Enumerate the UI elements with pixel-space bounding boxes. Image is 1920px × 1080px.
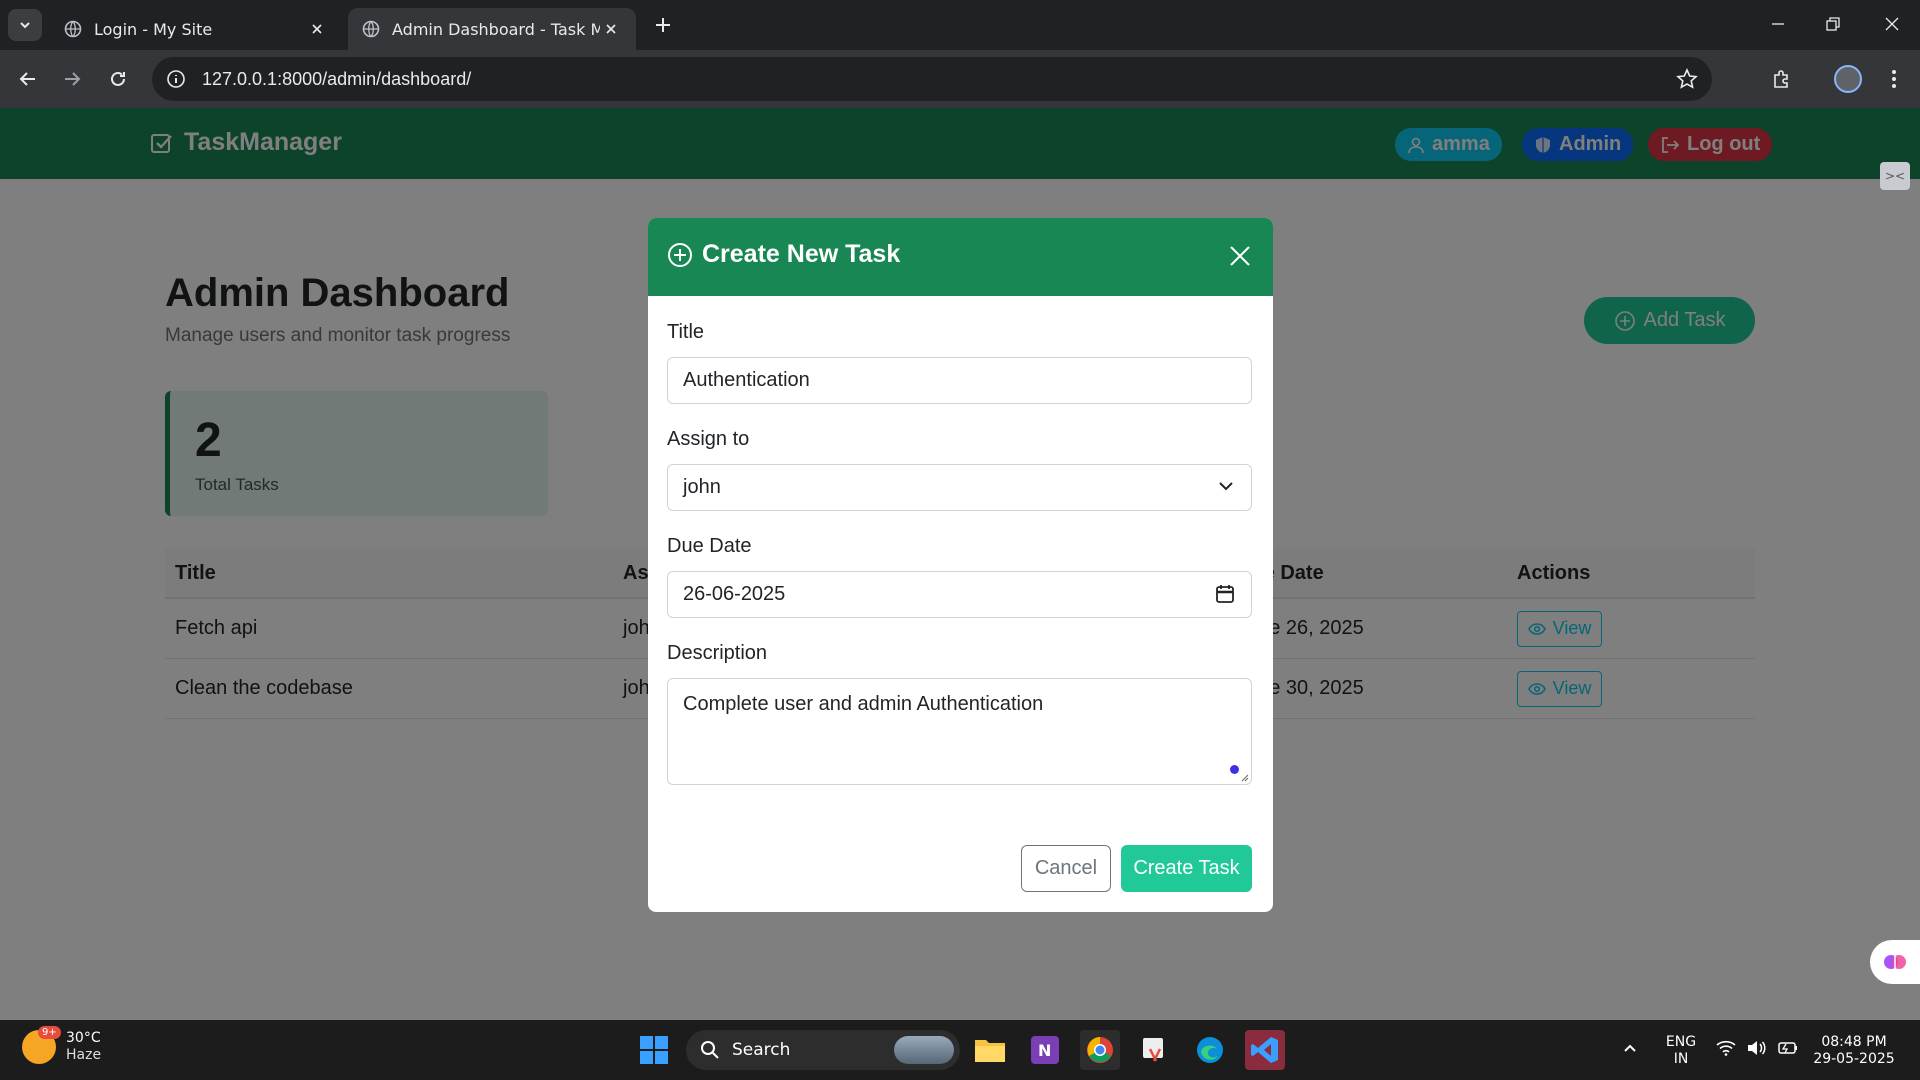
arrow-left-icon bbox=[19, 72, 35, 86]
onenote-icon[interactable]: N bbox=[1025, 1030, 1065, 1070]
weather-widget[interactable]: 9+ 30°C Haze bbox=[22, 1026, 102, 1064]
vscode-icon[interactable] bbox=[1245, 1030, 1285, 1070]
weather-sun-icon: 9+ bbox=[22, 1026, 61, 1064]
create-task-modal: Create New Task Title Authentication Ass… bbox=[648, 218, 1273, 912]
arrow-right-icon bbox=[65, 72, 81, 86]
language-indicator[interactable]: ENG IN bbox=[1664, 1034, 1698, 1068]
modal-title: Create New Task bbox=[667, 240, 900, 269]
windows-start-icon[interactable] bbox=[634, 1030, 674, 1070]
description-value: Complete user and admin Authentication bbox=[683, 693, 1044, 715]
calendar-icon[interactable] bbox=[1215, 584, 1235, 604]
wifi-icon[interactable] bbox=[1716, 1040, 1736, 1056]
cancel-button[interactable]: Cancel bbox=[1021, 845, 1111, 892]
tab-login[interactable]: Login - My Site bbox=[50, 8, 342, 50]
grammar-check-icon[interactable] bbox=[1230, 765, 1239, 774]
globe-icon bbox=[362, 20, 380, 38]
weather-condition: Haze bbox=[66, 1047, 102, 1063]
globe-icon bbox=[64, 20, 82, 38]
tab-admin-dashboard[interactable]: Admin Dashboard - Task Manager bbox=[348, 8, 636, 50]
battery-icon[interactable] bbox=[1776, 1040, 1798, 1056]
weather-temp: 30°C bbox=[66, 1030, 101, 1046]
due-date-value: 26-06-2025 bbox=[683, 583, 786, 605]
reload-button[interactable] bbox=[102, 63, 134, 95]
region-code: IN bbox=[1673, 1051, 1689, 1067]
close-icon bbox=[1230, 246, 1250, 266]
chevron-down-icon bbox=[20, 22, 30, 29]
close-icon[interactable] bbox=[306, 18, 328, 40]
description-textarea[interactable]: Complete user and admin Authentication bbox=[667, 678, 1252, 785]
browser-tab-bar: Login - My Site Admin Dashboard - Task M… bbox=[0, 0, 1920, 50]
close-window-button[interactable] bbox=[1872, 8, 1912, 40]
close-icon bbox=[1885, 17, 1899, 31]
url-text: 127.0.0.1:8000/admin/dashboard/ bbox=[202, 68, 472, 89]
clock-date: 29-05-2025 bbox=[1813, 1051, 1895, 1067]
modal-close-button[interactable] bbox=[1225, 241, 1255, 271]
restore-button[interactable] bbox=[1813, 8, 1853, 40]
title-input[interactable]: Authentication bbox=[667, 357, 1252, 404]
extension-brain-icon[interactable] bbox=[1870, 940, 1920, 984]
plus-icon bbox=[656, 18, 670, 32]
resize-handle-icon[interactable] bbox=[1239, 772, 1249, 782]
tab-title: Login - My Site bbox=[94, 19, 213, 39]
chrome-icon[interactable] bbox=[1080, 1030, 1120, 1070]
search-highlight-image bbox=[894, 1036, 954, 1064]
edge-icon[interactable] bbox=[1190, 1030, 1230, 1070]
modal-header: Create New Task bbox=[648, 218, 1273, 296]
modal-title-text: Create New Task bbox=[702, 240, 901, 268]
sidebar-toggle-icon[interactable]: >< bbox=[1880, 162, 1910, 190]
os-taskbar: 9+ 30°C Haze Search N ENG IN 08:48 PM 29… bbox=[0, 1020, 1920, 1080]
puzzle-icon bbox=[1774, 70, 1788, 88]
back-button[interactable] bbox=[12, 63, 44, 95]
assign-label: Assign to bbox=[667, 428, 750, 450]
chevron-up-icon[interactable] bbox=[1622, 1040, 1638, 1056]
title-label: Title bbox=[667, 321, 705, 343]
title-input-value: Authentication bbox=[683, 369, 810, 391]
tab-search-button[interactable] bbox=[8, 9, 42, 41]
restore-icon bbox=[1826, 17, 1840, 31]
language-code: ENG bbox=[1665, 1034, 1697, 1050]
more-vertical-icon bbox=[1892, 70, 1896, 88]
due-date-label: Due Date bbox=[667, 535, 752, 557]
minimize-icon bbox=[1772, 23, 1784, 25]
profile-avatar[interactable] bbox=[1834, 65, 1862, 93]
search-label: Search bbox=[732, 1040, 791, 1060]
extensions-button[interactable] bbox=[1766, 63, 1798, 95]
new-tab-button[interactable] bbox=[650, 12, 676, 38]
due-date-input[interactable]: 26-06-2025 bbox=[667, 571, 1252, 618]
volume-icon[interactable] bbox=[1746, 1040, 1766, 1056]
browser-toolbar: 127.0.0.1:8000/admin/dashboard/ bbox=[0, 50, 1920, 108]
reload-icon bbox=[111, 71, 125, 86]
clock-time: 08:48 PM bbox=[1821, 1034, 1887, 1050]
description-label: Description bbox=[667, 642, 768, 664]
notification-badge: 9+ bbox=[38, 1026, 61, 1039]
plus-circle-icon bbox=[667, 242, 693, 268]
search-icon bbox=[700, 1040, 720, 1060]
file-explorer-icon[interactable] bbox=[970, 1030, 1010, 1070]
tab-title: Admin Dashboard - Task Manager bbox=[392, 19, 600, 39]
bookmark-star-icon[interactable] bbox=[1676, 68, 1698, 90]
clock[interactable]: 08:48 PM 29-05-2025 bbox=[1812, 1034, 1896, 1068]
create-task-button[interactable]: Create Task bbox=[1121, 845, 1252, 892]
assign-select-value: john bbox=[683, 476, 721, 498]
snipping-tool-icon[interactable] bbox=[1135, 1030, 1175, 1070]
chevron-down-icon bbox=[1217, 477, 1235, 495]
svg-text:N: N bbox=[1038, 1041, 1051, 1060]
close-icon[interactable] bbox=[600, 18, 622, 40]
address-bar[interactable]: 127.0.0.1:8000/admin/dashboard/ bbox=[152, 57, 1712, 101]
site-info-icon[interactable] bbox=[166, 69, 186, 89]
minimize-button[interactable] bbox=[1758, 8, 1798, 40]
forward-button[interactable] bbox=[56, 63, 88, 95]
taskbar-search[interactable]: Search bbox=[686, 1030, 960, 1070]
browser-menu-button[interactable] bbox=[1878, 63, 1910, 95]
assign-select[interactable]: john bbox=[667, 464, 1252, 511]
